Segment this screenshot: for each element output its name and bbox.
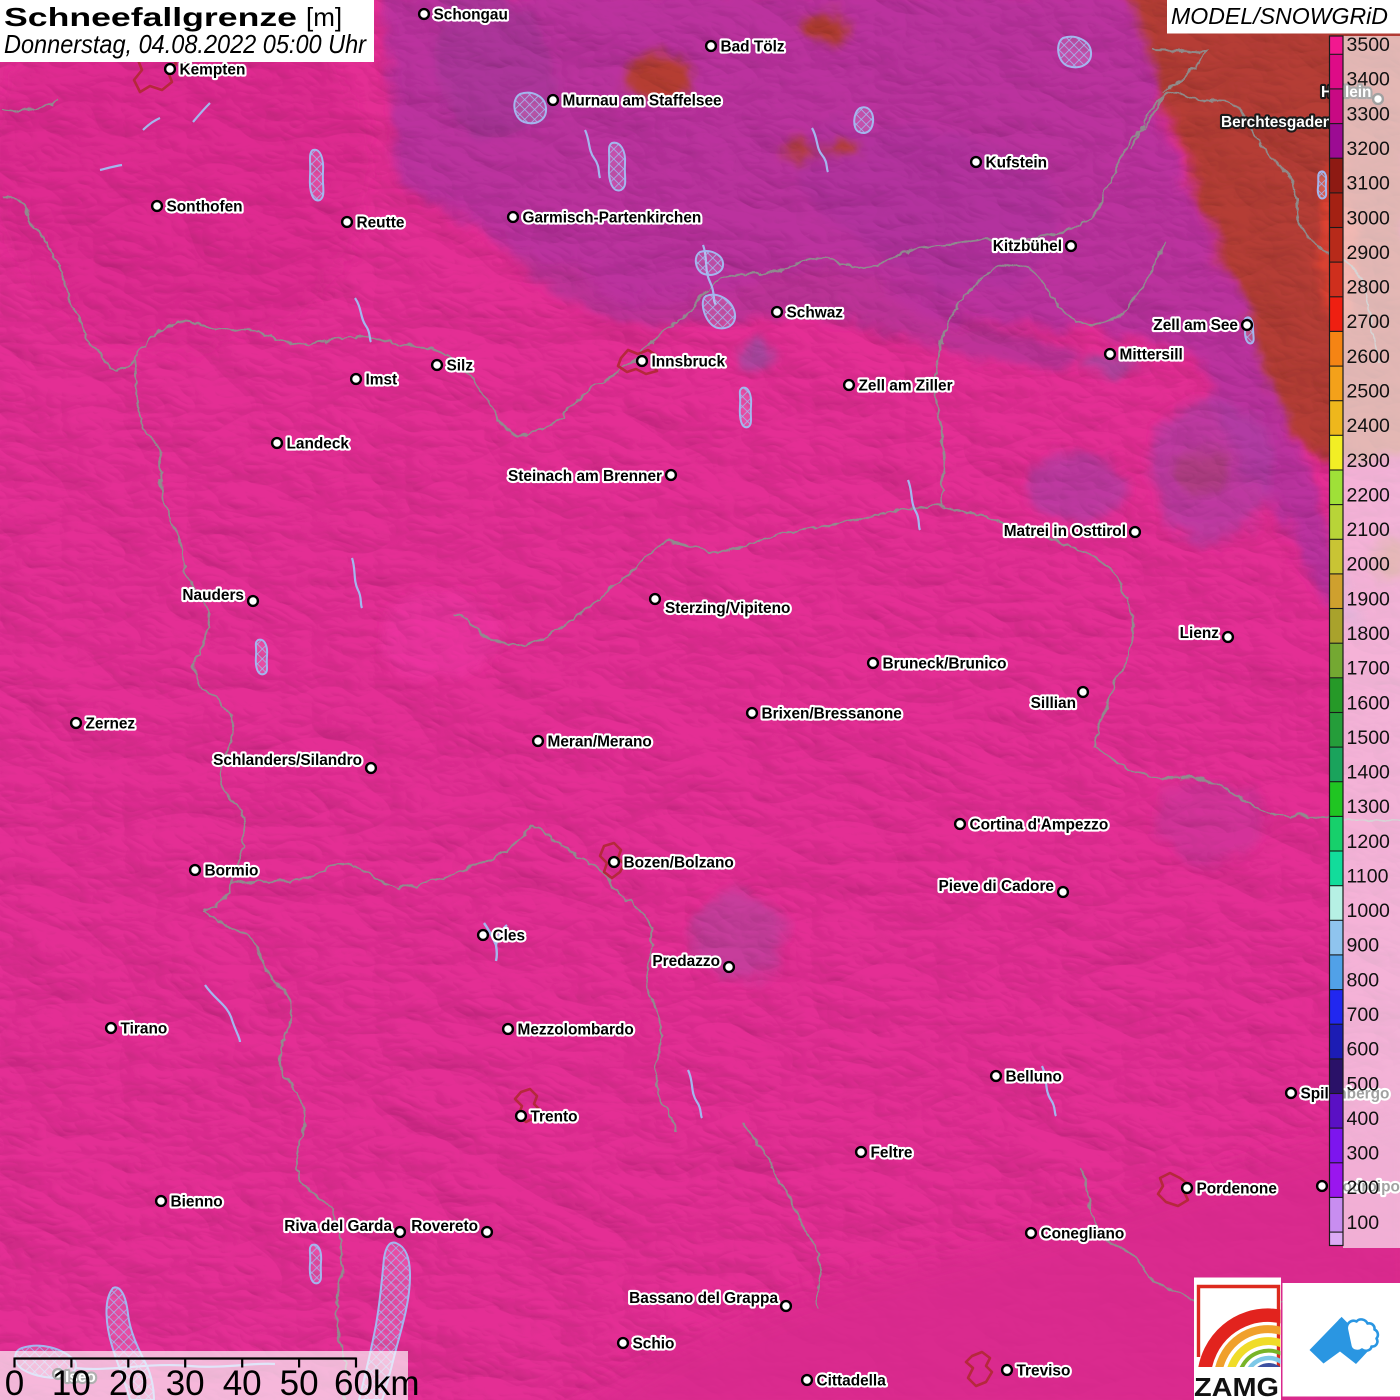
svg-text:Treviso: Treviso bbox=[1017, 1363, 1071, 1380]
svg-text:1000: 1000 bbox=[1347, 900, 1391, 922]
svg-text:Meran/Merano: Meran/Merano bbox=[548, 734, 652, 751]
svg-text:Matrei in Osttirol: Matrei in Osttirol bbox=[1004, 523, 1126, 540]
svg-text:Schlanders/Silandro: Schlanders/Silandro bbox=[213, 752, 362, 769]
svg-text:Kitzbühel: Kitzbühel bbox=[993, 238, 1062, 255]
svg-text:3300: 3300 bbox=[1347, 103, 1391, 125]
svg-text:Sonthofen: Sonthofen bbox=[167, 199, 243, 216]
svg-text:Imst: Imst bbox=[366, 372, 398, 389]
svg-text:Donnerstag, 04.08.2022 05:00 U: Donnerstag, 04.08.2022 05:00 Uhr bbox=[4, 29, 367, 59]
svg-text:Cittadella: Cittadella bbox=[817, 1373, 887, 1390]
svg-text:Trento: Trento bbox=[531, 1109, 578, 1126]
svg-text:Zell am See: Zell am See bbox=[1153, 317, 1238, 334]
svg-text:Belluno: Belluno bbox=[1006, 1069, 1062, 1086]
svg-text:1600: 1600 bbox=[1347, 692, 1391, 714]
svg-text:3400: 3400 bbox=[1347, 69, 1391, 91]
svg-text:2100: 2100 bbox=[1347, 519, 1391, 541]
svg-text:Zell am Ziller: Zell am Ziller bbox=[859, 378, 953, 395]
svg-text:Feltre: Feltre bbox=[871, 1145, 913, 1162]
svg-text:0: 0 bbox=[5, 1364, 24, 1400]
svg-text:2700: 2700 bbox=[1347, 311, 1391, 333]
svg-text:200: 200 bbox=[1347, 1177, 1380, 1199]
svg-text:300: 300 bbox=[1347, 1143, 1380, 1165]
svg-text:Schwaz: Schwaz bbox=[787, 305, 844, 322]
svg-text:Pordenone: Pordenone bbox=[1197, 1181, 1278, 1198]
svg-text:Nauders: Nauders bbox=[182, 587, 244, 604]
svg-text:Bad Tölz: Bad Tölz bbox=[721, 39, 785, 56]
svg-text:3000: 3000 bbox=[1347, 207, 1391, 229]
svg-text:Sillian: Sillian bbox=[1031, 695, 1076, 712]
svg-text:Cortina d'Ampezzo: Cortina d'Ampezzo bbox=[970, 817, 1109, 834]
svg-text:40: 40 bbox=[223, 1364, 262, 1400]
svg-text:Bassano del Grappa: Bassano del Grappa bbox=[629, 1290, 778, 1307]
svg-text:Sterzing/Vipiteno: Sterzing/Vipiteno bbox=[665, 600, 790, 617]
svg-text:Berchtesgaden: Berchtesgaden bbox=[1221, 114, 1332, 131]
svg-text:1700: 1700 bbox=[1347, 658, 1391, 680]
svg-text:Kufstein: Kufstein bbox=[986, 155, 1048, 172]
svg-text:Steinach am Brenner: Steinach am Brenner bbox=[508, 468, 662, 485]
svg-text:800: 800 bbox=[1347, 969, 1380, 991]
svg-text:Bienno: Bienno bbox=[171, 1194, 223, 1211]
svg-text:Mittersill: Mittersill bbox=[1120, 347, 1183, 364]
svg-text:1500: 1500 bbox=[1347, 727, 1391, 749]
svg-text:Zernez: Zernez bbox=[86, 716, 136, 733]
svg-text:2000: 2000 bbox=[1347, 554, 1391, 576]
svg-text:60km: 60km bbox=[334, 1364, 420, 1400]
svg-text:Kempten: Kempten bbox=[180, 62, 246, 79]
svg-text:2500: 2500 bbox=[1347, 381, 1391, 403]
svg-text:1300: 1300 bbox=[1347, 796, 1391, 818]
svg-text:Rovereto: Rovereto bbox=[411, 1218, 478, 1235]
svg-text:Schongau: Schongau bbox=[434, 7, 508, 24]
svg-text:1100: 1100 bbox=[1347, 866, 1389, 888]
svg-text:Conegliano: Conegliano bbox=[1041, 1226, 1125, 1243]
svg-text:Silz: Silz bbox=[447, 358, 474, 375]
svg-text:Bormio: Bormio bbox=[205, 863, 259, 880]
svg-text:ZAMG: ZAMG bbox=[1194, 1372, 1279, 1400]
svg-text:600: 600 bbox=[1347, 1039, 1380, 1061]
svg-text:[m]: [m] bbox=[306, 2, 342, 32]
svg-text:100: 100 bbox=[1347, 1212, 1380, 1234]
svg-text:400: 400 bbox=[1347, 1108, 1380, 1130]
svg-text:900: 900 bbox=[1347, 935, 1380, 957]
svg-text:Tirano: Tirano bbox=[121, 1021, 168, 1038]
svg-text:3100: 3100 bbox=[1347, 173, 1391, 195]
svg-text:MODEL/SNOWGRiD: MODEL/SNOWGRiD bbox=[1171, 3, 1388, 29]
svg-text:10: 10 bbox=[52, 1364, 91, 1400]
svg-text:Riva del Garda: Riva del Garda bbox=[284, 1218, 392, 1235]
svg-text:1900: 1900 bbox=[1347, 588, 1391, 610]
svg-text:Cles: Cles bbox=[493, 928, 526, 945]
svg-text:1800: 1800 bbox=[1347, 623, 1391, 645]
svg-text:2600: 2600 bbox=[1347, 346, 1391, 368]
svg-text:2300: 2300 bbox=[1347, 450, 1391, 472]
svg-text:Predazzo: Predazzo bbox=[652, 953, 720, 970]
svg-text:Bruneck/Brunico: Bruneck/Brunico bbox=[883, 656, 1007, 673]
svg-text:Murnau am Staffelsee: Murnau am Staffelsee bbox=[563, 93, 723, 110]
svg-text:50: 50 bbox=[280, 1364, 319, 1400]
svg-text:1200: 1200 bbox=[1347, 831, 1391, 853]
svg-text:Lienz: Lienz bbox=[1180, 625, 1220, 642]
svg-text:Bozen/Bolzano: Bozen/Bolzano bbox=[624, 855, 734, 872]
svg-text:20: 20 bbox=[109, 1364, 148, 1400]
svg-text:1400: 1400 bbox=[1347, 762, 1391, 784]
svg-text:Garmisch-Partenkirchen: Garmisch-Partenkirchen bbox=[523, 210, 702, 227]
svg-text:2800: 2800 bbox=[1347, 277, 1391, 299]
svg-text:Schio: Schio bbox=[633, 1336, 675, 1353]
svg-text:700: 700 bbox=[1347, 1004, 1380, 1026]
svg-text:Pieve di Cadore: Pieve di Cadore bbox=[939, 878, 1055, 895]
svg-text:3200: 3200 bbox=[1347, 138, 1391, 160]
svg-text:Landeck: Landeck bbox=[287, 436, 350, 453]
svg-text:2900: 2900 bbox=[1347, 242, 1391, 264]
svg-text:30: 30 bbox=[166, 1364, 205, 1400]
svg-text:Schneefallgrenze: Schneefallgrenze bbox=[4, 2, 297, 32]
svg-text:2400: 2400 bbox=[1347, 415, 1391, 437]
svg-text:Reutte: Reutte bbox=[357, 215, 405, 232]
svg-text:500: 500 bbox=[1347, 1073, 1380, 1095]
svg-text:Mezzolombardo: Mezzolombardo bbox=[518, 1022, 634, 1039]
svg-text:2200: 2200 bbox=[1347, 484, 1391, 506]
svg-text:3500: 3500 bbox=[1347, 34, 1391, 56]
svg-text:Innsbruck: Innsbruck bbox=[652, 354, 726, 371]
svg-text:Brixen/Bressanone: Brixen/Bressanone bbox=[762, 706, 903, 723]
